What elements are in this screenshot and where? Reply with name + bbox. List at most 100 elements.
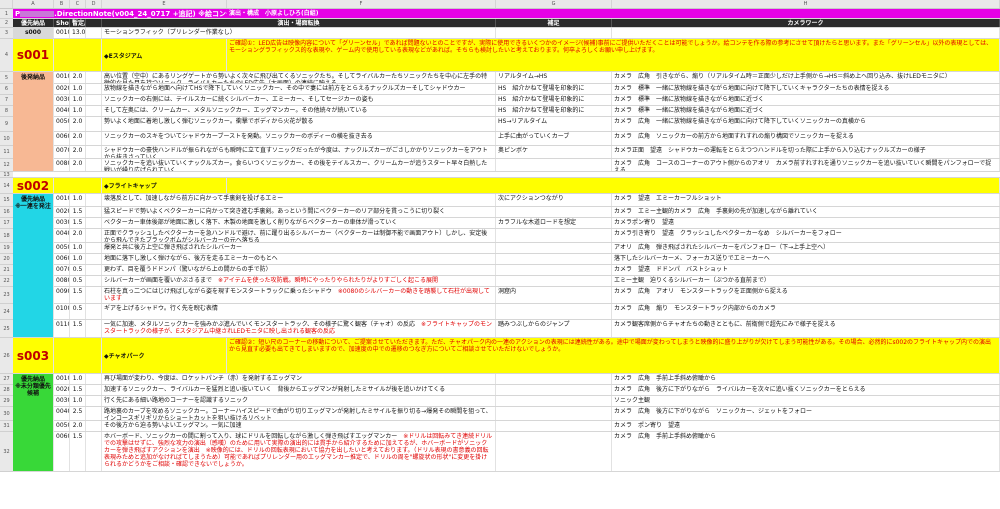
shot-number: 0100 bbox=[54, 304, 70, 319]
supplement bbox=[496, 374, 612, 384]
row-number[interactable]: 12 bbox=[0, 159, 13, 172]
shot-number: 0020 bbox=[56, 207, 70, 217]
supplement bbox=[496, 407, 612, 420]
table-row: 0090 1.5 石柱を真っ二つにはじけ飛ばしながら姿を現すモンスタートラックに乗っ… bbox=[13, 287, 1000, 304]
duration: 2.0 bbox=[70, 159, 86, 171]
row-number[interactable]: 5 bbox=[0, 72, 13, 84]
scene-row: s003 ◆チャオパーク ご確認②：短い尺のコーナーの移動について、ご提案させていた… bbox=[13, 338, 1000, 374]
camera-work: カメラ引き寄り 望遠 クラッシュしたベクターカーなめ シルバーカーをフォロー bbox=[612, 229, 1000, 242]
shot-number: 0010 bbox=[56, 374, 70, 384]
row-number[interactable]: 9 bbox=[0, 117, 13, 132]
blank bbox=[86, 207, 102, 217]
camera-work: カメラ観客席側からチャオたちの動きとともに、前衛側で超先にみで様子を捉える bbox=[612, 320, 1000, 337]
row-number[interactable]: 8 bbox=[0, 106, 13, 117]
row-number[interactable]: 26 bbox=[0, 338, 13, 374]
row-number[interactable]: 28 bbox=[0, 385, 13, 396]
duration: 1.0 bbox=[70, 84, 86, 94]
shot-number: 0050 bbox=[56, 421, 70, 431]
row-number[interactable]: 32 bbox=[0, 432, 13, 472]
row-number[interactable]: 6 bbox=[0, 84, 13, 95]
row-number[interactable]: 17 bbox=[0, 218, 13, 229]
table-row: 0100 0.5 ギアを上げるシャドウ。行く先を睨む表情 カメラ 広角 煽り モンスタ… bbox=[13, 304, 1000, 320]
row-number[interactable]: 18 bbox=[0, 229, 13, 243]
header-direction: 演出・場面転換 bbox=[102, 19, 496, 27]
scene-title: ◆フライトキャップ bbox=[102, 178, 227, 193]
row-number[interactable]: 16 bbox=[0, 207, 13, 218]
row-number[interactable]: 1 bbox=[0, 9, 13, 19]
priority-label: 後発納品 bbox=[13, 72, 54, 172]
duration: 2.0 bbox=[70, 229, 86, 242]
supplement: HS 紹介かねて登場を印象的に bbox=[496, 106, 612, 116]
column-header-e[interactable]: E bbox=[102, 0, 227, 8]
header-shot: Shot bbox=[56, 19, 70, 27]
shot-number: 0070 bbox=[54, 146, 70, 158]
direction-main: ホバーボード、ソニックカーの間に割って入り、球にドリルを回転しながら激しく弾き飛… bbox=[104, 433, 404, 440]
direction-text: ソニックカーのスキをついてシャドウカーブーストを発動。ソニックカーのボディーの横… bbox=[102, 132, 496, 145]
camera-work: カメラ 広角 手前上手斜め俯瞰から bbox=[612, 374, 1000, 384]
table-row: 0020 1.0 放物線を描きながら地面へ向けてHSで降下していくソニックカー、その… bbox=[13, 84, 1000, 95]
row-number[interactable]: 29 bbox=[0, 396, 13, 407]
row-number[interactable]: 25 bbox=[0, 320, 13, 338]
camera-work: カメラ 望遠 エミーカーフルショット bbox=[612, 194, 1000, 206]
shot-number: 0020 bbox=[56, 385, 70, 395]
shot-number: 0060 bbox=[54, 432, 70, 471]
row-number[interactable]: 15 bbox=[0, 194, 13, 207]
column-header-h[interactable]: H bbox=[612, 0, 1000, 8]
table-row: 0060 1.0 地面に落下し激しく弾けながら、後方を走るエミーカーのもとへ 落下した… bbox=[13, 254, 1000, 265]
table-row: s000 0010 13.0 モーションラフィック（プリレンダー作業なし） bbox=[13, 28, 1000, 39]
row-number[interactable]: 20 bbox=[0, 254, 13, 265]
row-number[interactable]: 7 bbox=[0, 95, 13, 106]
row-number[interactable]: 30 bbox=[0, 407, 13, 421]
supplement bbox=[496, 28, 612, 38]
column-header-c[interactable]: C bbox=[70, 0, 86, 8]
direction-text: 猛スピードで勢いよくベクターカーに向かって突き進む手裏剣。あっという間にベクター… bbox=[102, 207, 496, 217]
column-header-a[interactable]: A bbox=[13, 0, 54, 8]
direction-text: 更わず、目を覆うドドンパ（驚いながら上の間からの手で防） bbox=[102, 265, 496, 275]
blank bbox=[86, 229, 102, 242]
column-header-d[interactable]: D bbox=[86, 0, 102, 8]
camera-work: カメラ 標準 一緒に放物線を描きながら地面に近づく bbox=[612, 95, 1000, 105]
shot-number: 0030 bbox=[56, 396, 70, 406]
row-number[interactable]: 4 bbox=[0, 39, 13, 72]
row-number[interactable]: 11 bbox=[0, 146, 13, 159]
camera-work bbox=[612, 28, 1000, 38]
column-header-f[interactable]: F bbox=[227, 0, 496, 8]
column-header-b[interactable]: B bbox=[54, 0, 70, 8]
camera-work: カメラ 広角 手前上手斜め俯瞰から bbox=[612, 432, 1000, 471]
duration: 13.0 bbox=[72, 28, 86, 38]
duration: 1.0 bbox=[70, 194, 86, 206]
row-number[interactable]: 3 bbox=[0, 28, 13, 39]
duration: 0.5 bbox=[70, 276, 86, 286]
supplement: 奥ピンボケ bbox=[496, 146, 612, 158]
shot-number: 0040 bbox=[54, 229, 70, 242]
direction-text: 地面に落下し激しく弾けながら、後方を走るエミーカーのもとへ bbox=[102, 254, 496, 264]
row-number[interactable]: 14 bbox=[0, 178, 13, 194]
shot-number: 0060 bbox=[56, 254, 70, 264]
corner-cell[interactable] bbox=[0, 0, 13, 8]
shot-number: 0010 bbox=[54, 72, 70, 83]
row-number[interactable]: 27 bbox=[0, 374, 13, 385]
table-row: 0010 1.0 壊落反として、加速しながら前方に向かって手裏剣を投げるエミー 次にア… bbox=[13, 194, 1000, 207]
row-number[interactable]: 31 bbox=[0, 421, 13, 432]
camera-work: カメラ 広角 ソニックカーの前方から地面すれすれの煽り構図でソニックカーを捉える bbox=[612, 132, 1000, 145]
table-row: 0040 2.0 正面でクラッシュしたベクターカーを急ハンドルで避け、前に躍り出るシ… bbox=[13, 229, 1000, 243]
row-number[interactable]: 24 bbox=[0, 304, 13, 320]
column-header-g[interactable]: G bbox=[496, 0, 612, 8]
title-name: .DirectionNote(v004_24_0717 +追記) ※絵コンテ作成… bbox=[54, 10, 227, 18]
scene-id: s003 bbox=[13, 338, 54, 373]
blank bbox=[86, 276, 102, 286]
direction-text: 一気に加速、メタルソニックカーを強みかぶ進んでいくモンスタートラック、その様子に… bbox=[102, 320, 496, 337]
row-number[interactable]: 2 bbox=[0, 19, 13, 28]
blank bbox=[86, 396, 102, 406]
duration: 2.0 bbox=[70, 72, 86, 83]
shot-number: 0090 bbox=[54, 287, 70, 303]
row-number[interactable]: 19 bbox=[0, 243, 13, 254]
row-number[interactable]: 23 bbox=[0, 287, 13, 304]
blank bbox=[86, 84, 102, 94]
row-number[interactable]: 22 bbox=[0, 276, 13, 287]
scene-note: ご確認②：短い尺のコーナーの移動について、ご提案させていただきます。ただ、チャオ… bbox=[227, 338, 1000, 373]
row-number[interactable]: 21 bbox=[0, 265, 13, 276]
supplement bbox=[496, 243, 612, 253]
scene-row: s002 ◆フライトキャップ bbox=[13, 178, 1000, 194]
row-number[interactable]: 10 bbox=[0, 132, 13, 146]
